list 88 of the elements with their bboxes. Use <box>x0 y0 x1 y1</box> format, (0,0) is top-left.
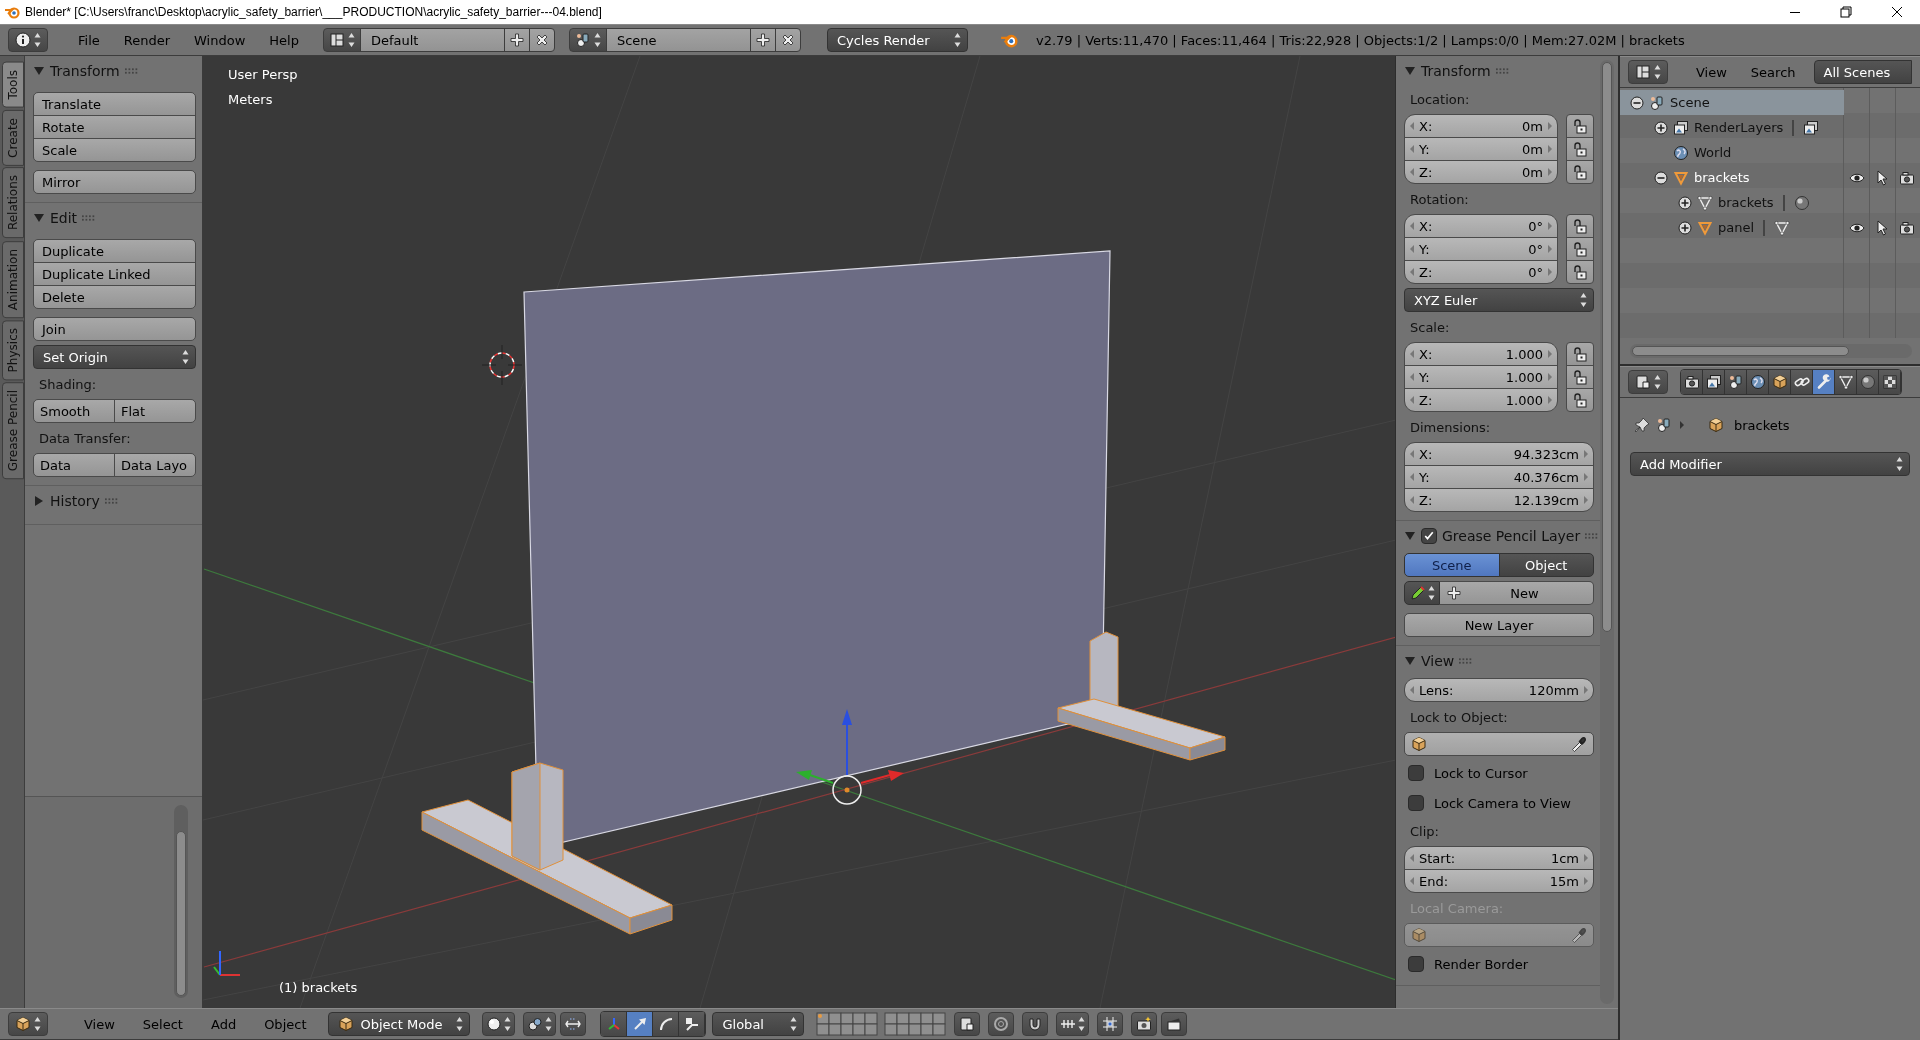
menu-item[interactable]: Object <box>252 1012 319 1036</box>
number-field[interactable]: Y: 1.000 <box>1404 365 1558 389</box>
menu-item[interactable]: Select <box>130 1012 195 1036</box>
tool-button[interactable]: Rotate <box>33 115 196 139</box>
field-label: Shading: <box>38 376 98 394</box>
outliner-label[interactable]: RenderLayers <box>1694 120 1784 135</box>
dropdown[interactable]: XYZ Euler <box>1404 288 1594 312</box>
number-field[interactable]: Y: 40.376cm <box>1404 465 1594 489</box>
number-field[interactable]: Z: 12.139cm <box>1404 488 1594 512</box>
field-label: Rotation: <box>1409 191 1470 209</box>
outliner-row[interactable]: World <box>1620 140 1920 165</box>
toggle-button[interactable]: Scene <box>1404 553 1500 577</box>
panel-title: Transform <box>1421 63 1491 79</box>
number-field[interactable]: X: 94.323cm <box>1404 442 1594 466</box>
field-label: Location: <box>1409 91 1471 109</box>
menu-item[interactable]: View <box>1686 60 1737 84</box>
panel-title: History <box>50 493 100 509</box>
toggle-button[interactable]: Object <box>1498 553 1594 577</box>
shelf-tab[interactable]: Grease Pencil <box>2 382 24 480</box>
outliner-row[interactable]: RenderLayers <box>1620 115 1920 140</box>
outliner-label[interactable]: brackets <box>1694 170 1750 185</box>
add-modifier-dropdown[interactable]: Add Modifier <box>1630 452 1910 476</box>
shelf-tab[interactable]: Tools <box>2 62 24 108</box>
outliner-label[interactable]: brackets <box>1718 195 1774 210</box>
number-field[interactable]: X: 1.000 <box>1404 342 1558 366</box>
tool-button[interactable]: Delete <box>33 285 196 309</box>
tool-button[interactable]: Duplicate <box>33 239 196 263</box>
menu-item[interactable]: Search <box>1740 60 1806 84</box>
number-field[interactable]: Lens: 120mm <box>1404 678 1594 702</box>
panel-title: Edit <box>50 210 78 226</box>
number-field[interactable]: Y: 0° <box>1404 237 1558 261</box>
number-field[interactable]: Z: 1.000 <box>1404 388 1558 412</box>
outliner-row[interactable]: panel <box>1620 215 1920 240</box>
field-label: Data Transfer: <box>38 430 132 448</box>
number-field[interactable]: Z: 0m <box>1404 160 1558 184</box>
shelf-tab[interactable]: Physics <box>2 319 24 381</box>
number-field[interactable]: Y: 0m <box>1404 137 1558 161</box>
checkbox-label[interactable]: Lock Camera to View <box>1434 795 1571 811</box>
menu-item[interactable]: File <box>68 28 110 52</box>
dropdown[interactable]: Set Origin <box>33 345 196 369</box>
units-label: Meters <box>228 92 273 107</box>
mode-dropdown[interactable]: Object Mode <box>328 1012 471 1036</box>
menu-item[interactable]: View <box>72 1012 127 1036</box>
display-mode-dropdown[interactable]: All Scenes <box>1813 60 1912 84</box>
orientation-dropdown[interactable]: Global <box>712 1012 805 1036</box>
tool-button[interactable]: Smooth <box>33 399 115 423</box>
tool-button[interactable]: Translate <box>33 92 196 116</box>
field-label: Lock to Object: <box>1409 709 1509 727</box>
checkbox-label[interactable]: Render Border <box>1434 956 1528 972</box>
tool-button[interactable]: Scale <box>33 138 196 162</box>
menu-item[interactable]: Render <box>113 28 181 52</box>
panel-title: Grease Pencil Layer <box>1442 528 1581 544</box>
layout-name-field[interactable]: Default <box>359 28 505 52</box>
checkbox-label[interactable]: Lock to Cursor <box>1434 765 1528 781</box>
panel-title: Transform <box>50 63 120 79</box>
menu-item[interactable]: Help <box>259 28 309 52</box>
field-label: Dimensions: <box>1409 419 1492 437</box>
outliner-label[interactable]: Scene <box>1670 95 1710 110</box>
menu-item[interactable]: Window <box>184 28 256 52</box>
panel-title: View <box>1421 653 1455 669</box>
menu-item[interactable]: Add <box>198 1012 249 1036</box>
window-title: Blender* [C:\Users\franc\Desktop\acrylic_safety_barrier\___PRODUCTION\acrylic_safety_barrier---04.blend] <box>25 5 603 19</box>
tool-button[interactable]: New Layer <box>1404 613 1594 637</box>
outliner-label[interactable]: panel <box>1718 220 1755 235</box>
number-field[interactable]: Z: 0° <box>1404 260 1558 284</box>
context-label: brackets <box>1734 417 1790 433</box>
object-label: (1) brackets <box>279 980 358 995</box>
tool-button[interactable]: Flat <box>114 399 196 423</box>
shelf-tab[interactable]: Relations <box>2 167 24 239</box>
number-field[interactable]: End: 15m <box>1404 869 1594 893</box>
outliner-row[interactable]: brackets <box>1620 165 1920 190</box>
scene-stats: v2.79 | Verts:11,470 | Faces:11,464 | Tris:22,928 | Objects:1/2 | Lamps:0/0 | Mem:27.02M | brackets <box>1035 32 1685 48</box>
new-button[interactable]: New <box>1440 581 1594 605</box>
number-field[interactable]: X: 0° <box>1404 214 1558 238</box>
view-name: User Persp <box>228 67 298 82</box>
field-label: Scale: <box>1409 319 1451 337</box>
tool-button[interactable]: Duplicate Linked <box>33 262 196 286</box>
tool-button[interactable]: Mirror <box>33 170 196 194</box>
number-field[interactable]: X: 0m <box>1404 114 1558 138</box>
tool-button[interactable]: Data <box>33 453 115 477</box>
outliner-row[interactable]: brackets <box>1620 190 1920 215</box>
number-field[interactable]: Start: 1cm <box>1404 846 1594 870</box>
outliner-label[interactable]: World <box>1694 145 1732 160</box>
tool-button[interactable]: Data Layo <box>114 453 196 477</box>
scene-name-field[interactable]: Scene <box>605 28 751 52</box>
tool-button[interactable]: Join <box>33 317 196 341</box>
field-label: Clip: <box>1409 823 1440 841</box>
render-engine-dropdown[interactable]: Cycles Render <box>826 28 968 52</box>
